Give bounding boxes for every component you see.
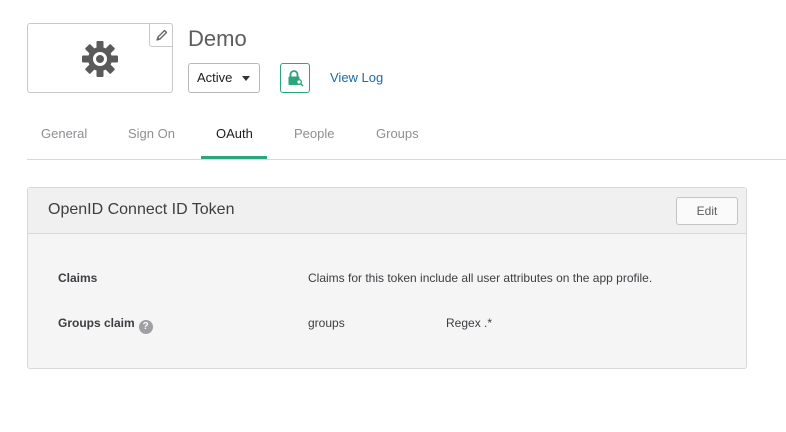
tab-sign-on[interactable]: Sign On: [128, 126, 175, 141]
lock-key-icon: [288, 70, 304, 87]
tab-oauth[interactable]: OAuth: [216, 126, 253, 141]
claims-label: Claims: [58, 271, 98, 285]
groups-claim-filter: Regex .*: [446, 316, 493, 330]
tab-people[interactable]: People: [294, 126, 334, 141]
tab-bar: General Sign On OAuth People Groups: [27, 112, 786, 160]
help-icon[interactable]: ?: [138, 320, 153, 334]
panel-header: OpenID Connect ID Token Edit: [28, 188, 746, 234]
id-token-panel: OpenID Connect ID Token Edit Claims Clai…: [27, 187, 747, 369]
tab-general[interactable]: General: [41, 126, 87, 141]
pencil-icon: [155, 29, 167, 41]
status-dropdown-value: Active: [197, 70, 233, 85]
tab-groups[interactable]: Groups: [376, 126, 419, 141]
push-groups-button[interactable]: [280, 63, 310, 93]
claims-value: Claims for this token include all user a…: [308, 271, 653, 285]
app-title: Demo: [188, 26, 247, 51]
edit-logo-button[interactable]: [149, 23, 173, 47]
view-log-link[interactable]: View Log: [330, 70, 383, 85]
panel-title: OpenID Connect ID Token: [48, 201, 235, 218]
groups-claim-label-text: Groups claim: [58, 316, 135, 330]
gear-icon: [82, 41, 118, 77]
status-dropdown[interactable]: Active: [188, 63, 260, 93]
caret-down-icon: [242, 76, 250, 81]
active-tab-indicator: [201, 156, 267, 159]
app-logo: [27, 23, 173, 93]
groups-claim-label: Groups claim?: [58, 316, 153, 334]
edit-button[interactable]: Edit: [676, 197, 738, 225]
groups-claim-value: groups: [308, 316, 345, 330]
